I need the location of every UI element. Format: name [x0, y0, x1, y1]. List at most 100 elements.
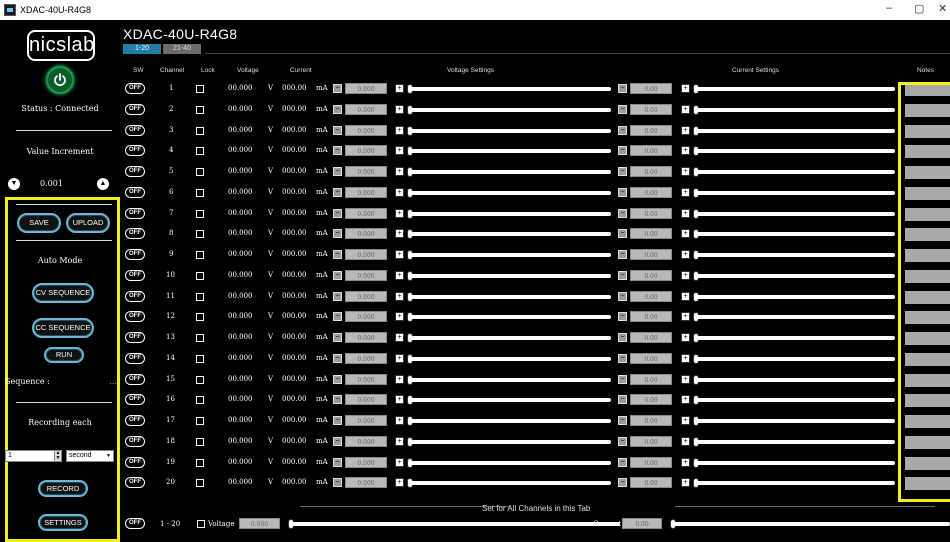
voltage-decrease-button[interactable]: − [333, 374, 342, 384]
current-slider[interactable] [695, 253, 895, 257]
channel-switch[interactable]: OFF [125, 83, 145, 94]
voltage-decrease-button[interactable]: − [333, 250, 342, 259]
voltage-decrease-button[interactable]: − [333, 167, 342, 176]
current-setting-input[interactable]: 0.00 [630, 394, 672, 406]
channel-switch[interactable]: OFF [125, 290, 145, 302]
run-button[interactable]: RUN [44, 347, 84, 363]
upload-button[interactable]: UPLOAD [66, 213, 110, 233]
voltage-slider[interactable] [409, 356, 611, 361]
voltage-increase-button[interactable]: + [395, 416, 404, 425]
current-setting-input[interactable]: 0.00 [630, 269, 672, 281]
voltage-setting-input[interactable]: 0.000 [345, 332, 387, 343]
voltage-slider[interactable] [409, 273, 611, 278]
voltage-increase-button[interactable]: + [395, 270, 404, 280]
recording-interval-input[interactable]: 1 [5, 450, 55, 462]
voltage-setting-input[interactable]: 0.000 [345, 477, 387, 489]
current-decrease-button[interactable]: − [618, 478, 627, 488]
lock-checkbox[interactable] [196, 396, 204, 405]
voltage-slider[interactable] [409, 439, 611, 444]
voltage-increase-button[interactable]: + [395, 146, 404, 156]
voltage-decrease-button[interactable]: − [333, 436, 342, 446]
voltage-increase-button[interactable]: + [395, 395, 404, 405]
arrow-down-circle-icon[interactable]: ▼ [8, 178, 20, 190]
voltage-decrease-button[interactable]: − [333, 333, 342, 342]
voltage-increase-button[interactable]: + [395, 84, 404, 93]
current-decrease-button[interactable]: − [618, 457, 627, 467]
arrow-up-circle-icon[interactable]: ▲ [97, 178, 109, 190]
voltage-decrease-button[interactable]: − [333, 353, 342, 363]
voltage-increase-button[interactable]: + [395, 187, 404, 197]
channel-switch[interactable]: OFF [125, 228, 145, 240]
current-increase-button[interactable]: + [681, 208, 690, 218]
voltage-slider[interactable] [409, 87, 611, 91]
voltage-slider[interactable] [409, 253, 611, 257]
voltage-setting-input[interactable]: 0.000 [345, 352, 387, 364]
channel-switch[interactable]: OFF [125, 269, 145, 281]
current-increase-button[interactable]: + [681, 436, 690, 446]
voltage-increase-button[interactable]: + [395, 374, 404, 384]
power-icon[interactable] [46, 66, 74, 94]
channel-switch[interactable]: OFF [125, 415, 145, 426]
set-all-current-slider[interactable] [672, 522, 950, 526]
current-increase-button[interactable]: + [681, 84, 690, 93]
voltage-setting-input[interactable]: 0.000 [345, 228, 387, 240]
current-increase-button[interactable]: + [681, 187, 690, 197]
voltage-setting-input[interactable]: 0.000 [345, 207, 387, 219]
record-button[interactable]: RECORD [38, 480, 88, 497]
lock-checkbox[interactable] [196, 292, 204, 301]
current-decrease-button[interactable]: − [618, 125, 627, 135]
voltage-decrease-button[interactable]: − [333, 229, 342, 239]
voltage-decrease-button[interactable]: − [333, 146, 342, 156]
lock-checkbox[interactable] [196, 458, 204, 467]
voltage-decrease-button[interactable]: − [333, 187, 342, 197]
current-slider[interactable] [695, 232, 895, 237]
voltage-decrease-button[interactable]: − [333, 395, 342, 405]
current-slider[interactable] [695, 149, 895, 154]
current-decrease-button[interactable]: − [618, 312, 627, 322]
current-decrease-button[interactable]: − [618, 167, 627, 176]
voltage-decrease-button[interactable]: − [333, 125, 342, 135]
current-increase-button[interactable]: + [681, 395, 690, 405]
voltage-increase-button[interactable]: + [395, 104, 404, 114]
channel-switch[interactable]: OFF [125, 166, 145, 177]
lock-checkbox[interactable] [196, 105, 204, 114]
voltage-decrease-button[interactable]: − [333, 478, 342, 488]
current-increase-button[interactable]: + [681, 291, 690, 301]
voltage-setting-input[interactable]: 0.000 [345, 290, 387, 302]
current-decrease-button[interactable]: − [618, 436, 627, 446]
save-button[interactable]: SAVE [17, 213, 61, 233]
current-slider[interactable] [695, 211, 895, 216]
voltage-decrease-button[interactable]: − [333, 312, 342, 322]
voltage-slider[interactable] [409, 398, 611, 403]
voltage-slider[interactable] [409, 170, 611, 174]
channel-switch[interactable]: OFF [125, 311, 145, 323]
current-decrease-button[interactable]: − [618, 187, 627, 197]
voltage-setting-input[interactable]: 0.000 [345, 269, 387, 281]
current-slider[interactable] [695, 294, 895, 299]
current-setting-input[interactable]: 0.00 [630, 332, 672, 343]
channel-switch[interactable]: OFF [125, 435, 145, 447]
lock-checkbox[interactable] [196, 354, 204, 363]
voltage-decrease-button[interactable]: − [333, 84, 342, 93]
current-setting-input[interactable]: 0.00 [630, 477, 672, 489]
channel-switch[interactable]: OFF [125, 352, 145, 364]
current-setting-input[interactable]: 0.00 [630, 311, 672, 323]
voltage-setting-input[interactable]: 0.000 [345, 124, 387, 136]
current-increase-button[interactable]: + [681, 333, 690, 342]
current-increase-button[interactable]: + [681, 416, 690, 425]
current-setting-input[interactable]: 0.00 [630, 103, 672, 115]
channel-switch[interactable]: OFF [125, 207, 145, 219]
lock-checkbox[interactable] [196, 147, 204, 156]
set-all-current-input[interactable]: 0.00 [622, 518, 662, 529]
voltage-setting-input[interactable]: 0.000 [345, 103, 387, 115]
current-slider[interactable] [695, 273, 895, 278]
voltage-decrease-button[interactable]: − [333, 208, 342, 218]
current-decrease-button[interactable]: − [618, 229, 627, 239]
lock-checkbox[interactable] [196, 437, 204, 446]
lock-checkbox[interactable] [196, 251, 204, 259]
voltage-slider[interactable] [409, 336, 611, 340]
voltage-setting-input[interactable]: 0.000 [345, 456, 387, 468]
current-setting-input[interactable]: 0.00 [630, 207, 672, 219]
voltage-setting-input[interactable]: 0.000 [345, 166, 387, 177]
set-all-switch[interactable]: OFF [125, 518, 145, 529]
